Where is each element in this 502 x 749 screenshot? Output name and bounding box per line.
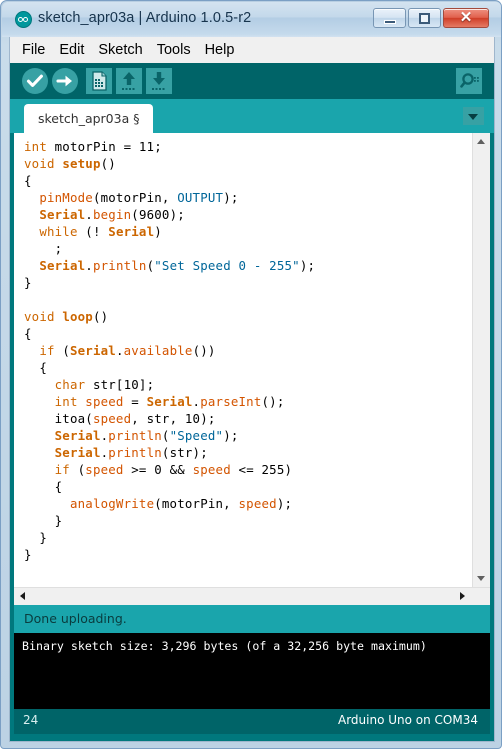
chevron-down-icon[interactable] (463, 107, 484, 125)
line-number: 24 (23, 713, 39, 727)
window-title: sketch_apr03a | Arduino 1.0.5-r2 (38, 10, 252, 26)
new-sketch-button[interactable] (86, 68, 112, 94)
save-sketch-button[interactable] (146, 68, 172, 94)
source-code: int motorPin = 11; void setup() { pinMod… (24, 139, 316, 562)
status-message: Done uploading. (14, 605, 490, 633)
verify-button[interactable] (22, 68, 48, 94)
console-output[interactable]: Binary sketch size: 3,296 bytes (of a 32… (14, 633, 490, 709)
status-bar: 24 Arduino Uno on COM34 (14, 709, 490, 734)
close-icon: ✕ (459, 9, 473, 26)
menu-item-tools[interactable]: Tools (150, 40, 198, 60)
horizontal-scrollbar[interactable] (14, 587, 490, 605)
arduino-ide-body: sketch_apr03a § int motorPin = 11; void … (9, 63, 495, 742)
menu-item-sketch[interactable]: Sketch (91, 40, 149, 60)
scrollbar-corner (471, 588, 490, 605)
scroll-down-arrow-icon[interactable] (473, 570, 490, 587)
new-document-icon (92, 71, 107, 91)
magnifier-icon (460, 73, 479, 88)
checkmark-icon (26, 74, 43, 87)
toolbar (10, 63, 494, 99)
board-info: Arduino Uno on COM34 (337, 713, 478, 727)
code-editor[interactable]: int motorPin = 11; void setup() { pinMod… (14, 133, 472, 587)
arrow-down-icon (152, 72, 165, 90)
menu-bar: File Edit Sketch Tools Help (9, 37, 495, 63)
minimize-button[interactable] (373, 8, 406, 28)
close-button[interactable]: ✕ (443, 8, 489, 28)
menu-item-edit[interactable]: Edit (52, 40, 91, 60)
tab-sketch-apr03a[interactable]: sketch_apr03a § (24, 104, 154, 133)
tab-strip: sketch_apr03a § (10, 99, 494, 133)
upload-button[interactable] (52, 68, 78, 94)
open-sketch-button[interactable] (116, 68, 142, 94)
arrow-up-icon (122, 72, 135, 90)
arduino-infinity-icon (15, 11, 32, 28)
scroll-up-arrow-icon[interactable] (473, 133, 490, 150)
maximize-icon (419, 13, 430, 24)
application-window: sketch_apr03a | Arduino 1.0.5-r2 ✕ File … (0, 0, 502, 749)
arrow-right-icon (56, 75, 72, 87)
serial-monitor-button[interactable] (456, 68, 482, 94)
minimize-icon (384, 20, 396, 24)
scroll-right-arrow-icon[interactable] (454, 588, 471, 605)
scroll-left-arrow-icon[interactable] (14, 588, 31, 605)
editor-pane: int motorPin = 11; void setup() { pinMod… (14, 133, 490, 587)
vertical-scrollbar[interactable] (472, 133, 490, 587)
menu-item-file[interactable]: File (15, 40, 52, 60)
title-bar: sketch_apr03a | Arduino 1.0.5-r2 ✕ (2, 2, 501, 37)
console-text: Binary sketch size: 3,296 bytes (of a 32… (22, 639, 427, 653)
menu-item-help[interactable]: Help (198, 40, 242, 60)
maximize-button[interactable] (408, 8, 441, 28)
